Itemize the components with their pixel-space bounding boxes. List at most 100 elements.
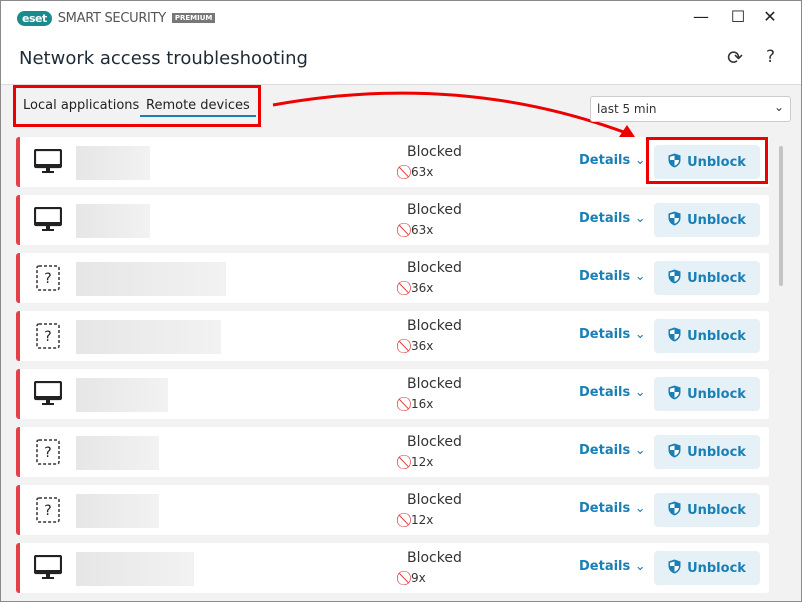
shield-icon xyxy=(668,385,681,404)
time-filter-select[interactable]: last 5 min ⌄ xyxy=(590,96,791,122)
details-toggle[interactable]: Details ⌄ xyxy=(579,559,646,574)
monitor-icon xyxy=(33,206,63,233)
status-label: Blocked xyxy=(407,260,462,276)
chevron-down-icon: ⌄ xyxy=(634,443,646,458)
unblock-button[interactable]: Unblock xyxy=(654,435,760,469)
monitor-icon xyxy=(33,554,63,581)
unblock-button[interactable]: Unblock xyxy=(654,493,760,527)
unblock-button[interactable]: Unblock xyxy=(654,319,760,353)
chevron-down-icon: ⌄ xyxy=(634,385,646,400)
block-count-value: 12x xyxy=(411,513,434,527)
block-count: ⃠63x xyxy=(407,222,433,238)
device-row: Blocked ⃠9x Details ⌄ Unblock xyxy=(16,543,769,593)
status-label: Blocked xyxy=(407,550,462,566)
device-row: Blocked ⃠16x Details ⌄ Unblock xyxy=(16,369,769,419)
status-label: Blocked xyxy=(407,202,462,218)
block-count-value: 36x xyxy=(411,339,434,353)
shield-icon xyxy=(668,559,681,578)
device-name-redacted xyxy=(76,378,168,412)
scrollbar[interactable] xyxy=(779,146,783,286)
monitor-icon xyxy=(33,380,63,407)
refresh-icon[interactable]: ⟳ xyxy=(727,47,743,69)
block-count-value: 36x xyxy=(411,281,434,295)
details-toggle[interactable]: Details ⌄ xyxy=(579,443,646,458)
unknown-device-icon: ? xyxy=(34,439,62,465)
device-name-redacted xyxy=(76,146,150,180)
chevron-down-icon: ⌄ xyxy=(773,100,784,114)
block-count: ⃠36x xyxy=(407,280,433,296)
block-count: ⃠9x xyxy=(407,570,426,586)
unblock-label: Unblock xyxy=(687,386,746,402)
shield-icon xyxy=(668,327,681,346)
chevron-down-icon: ⌄ xyxy=(634,501,646,516)
unblock-button[interactable]: Unblock xyxy=(654,261,760,295)
unblock-label: Unblock xyxy=(687,328,746,344)
unknown-device-icon: ? xyxy=(34,265,62,291)
page-header: Network access troubleshooting ⟳ ? xyxy=(1,35,801,85)
unblock-button[interactable]: Unblock xyxy=(654,203,760,237)
block-count-value: 63x xyxy=(411,223,434,237)
page-title: Network access troubleshooting xyxy=(19,48,308,69)
block-count: ⃠16x xyxy=(407,396,433,412)
details-toggle[interactable]: Details ⌄ xyxy=(579,153,646,168)
unblock-label: Unblock xyxy=(687,444,746,460)
shield-icon xyxy=(668,443,681,462)
unblock-button[interactable]: Unblock xyxy=(654,377,760,411)
chevron-down-icon: ⌄ xyxy=(634,153,646,168)
close-button[interactable]: ✕ xyxy=(758,7,782,26)
device-row: ? Blocked ⃠12x Details ⌄ Unblock xyxy=(16,427,769,477)
details-toggle[interactable]: Details ⌄ xyxy=(579,501,646,516)
details-label: Details xyxy=(579,327,631,342)
help-icon[interactable]: ? xyxy=(766,47,775,67)
title-bar: eset SMART SECURITY PREMIUM — ☐ ✕ xyxy=(1,1,801,35)
svg-text:?: ? xyxy=(44,503,51,519)
details-label: Details xyxy=(579,385,631,400)
device-row: ? Blocked ⃠12x Details ⌄ Unblock xyxy=(16,485,769,535)
shield-icon xyxy=(668,269,681,288)
svg-text:?: ? xyxy=(44,445,51,461)
tab-remote-devices[interactable]: Remote devices xyxy=(140,98,256,117)
device-row: ? Blocked ⃠36x Details ⌄ Unblock xyxy=(16,311,769,361)
tab-group-highlight: Local applications Remote devices xyxy=(13,85,261,127)
unblock-label: Unblock xyxy=(687,270,746,286)
block-count-value: 12x xyxy=(411,455,434,469)
unblock-label: Unblock xyxy=(687,560,746,576)
shield-icon xyxy=(668,501,681,520)
minimize-button[interactable]: — xyxy=(689,7,713,26)
device-name-redacted xyxy=(76,494,159,528)
block-count: ⃠36x xyxy=(407,338,433,354)
unblock-label: Unblock xyxy=(687,502,746,518)
details-label: Details xyxy=(579,153,631,168)
device-row: ? Blocked ⃠36x Details ⌄ Unblock xyxy=(16,253,769,303)
tab-local-applications[interactable]: Local applications xyxy=(23,98,139,113)
svg-text:?: ? xyxy=(44,329,51,345)
device-name-redacted xyxy=(76,262,226,296)
unblock-highlight xyxy=(646,137,768,184)
device-name-redacted xyxy=(76,552,194,586)
details-toggle[interactable]: Details ⌄ xyxy=(579,385,646,400)
block-count-value: 63x xyxy=(411,165,434,179)
status-label: Blocked xyxy=(407,434,462,450)
monitor-icon xyxy=(33,148,63,175)
details-toggle[interactable]: Details ⌄ xyxy=(579,269,646,284)
status-label: Blocked xyxy=(407,318,462,334)
unblock-button[interactable]: Unblock xyxy=(654,551,760,585)
details-toggle[interactable]: Details ⌄ xyxy=(579,211,646,226)
status-label: Blocked xyxy=(407,492,462,508)
details-toggle[interactable]: Details ⌄ xyxy=(579,327,646,342)
details-label: Details xyxy=(579,269,631,284)
block-count-value: 9x xyxy=(411,571,426,585)
shield-icon xyxy=(668,211,681,230)
details-label: Details xyxy=(579,501,631,516)
chevron-down-icon: ⌄ xyxy=(634,269,646,284)
device-name-redacted xyxy=(76,320,221,354)
edition-badge: PREMIUM xyxy=(171,13,216,23)
details-label: Details xyxy=(579,211,631,226)
unknown-device-icon: ? xyxy=(34,497,62,523)
block-count: ⃠63x xyxy=(407,164,433,180)
svg-text:?: ? xyxy=(44,271,51,287)
chevron-down-icon: ⌄ xyxy=(634,327,646,342)
block-count-value: 16x xyxy=(411,397,434,411)
unblock-label: Unblock xyxy=(687,212,746,228)
maximize-button[interactable]: ☐ xyxy=(726,7,750,26)
